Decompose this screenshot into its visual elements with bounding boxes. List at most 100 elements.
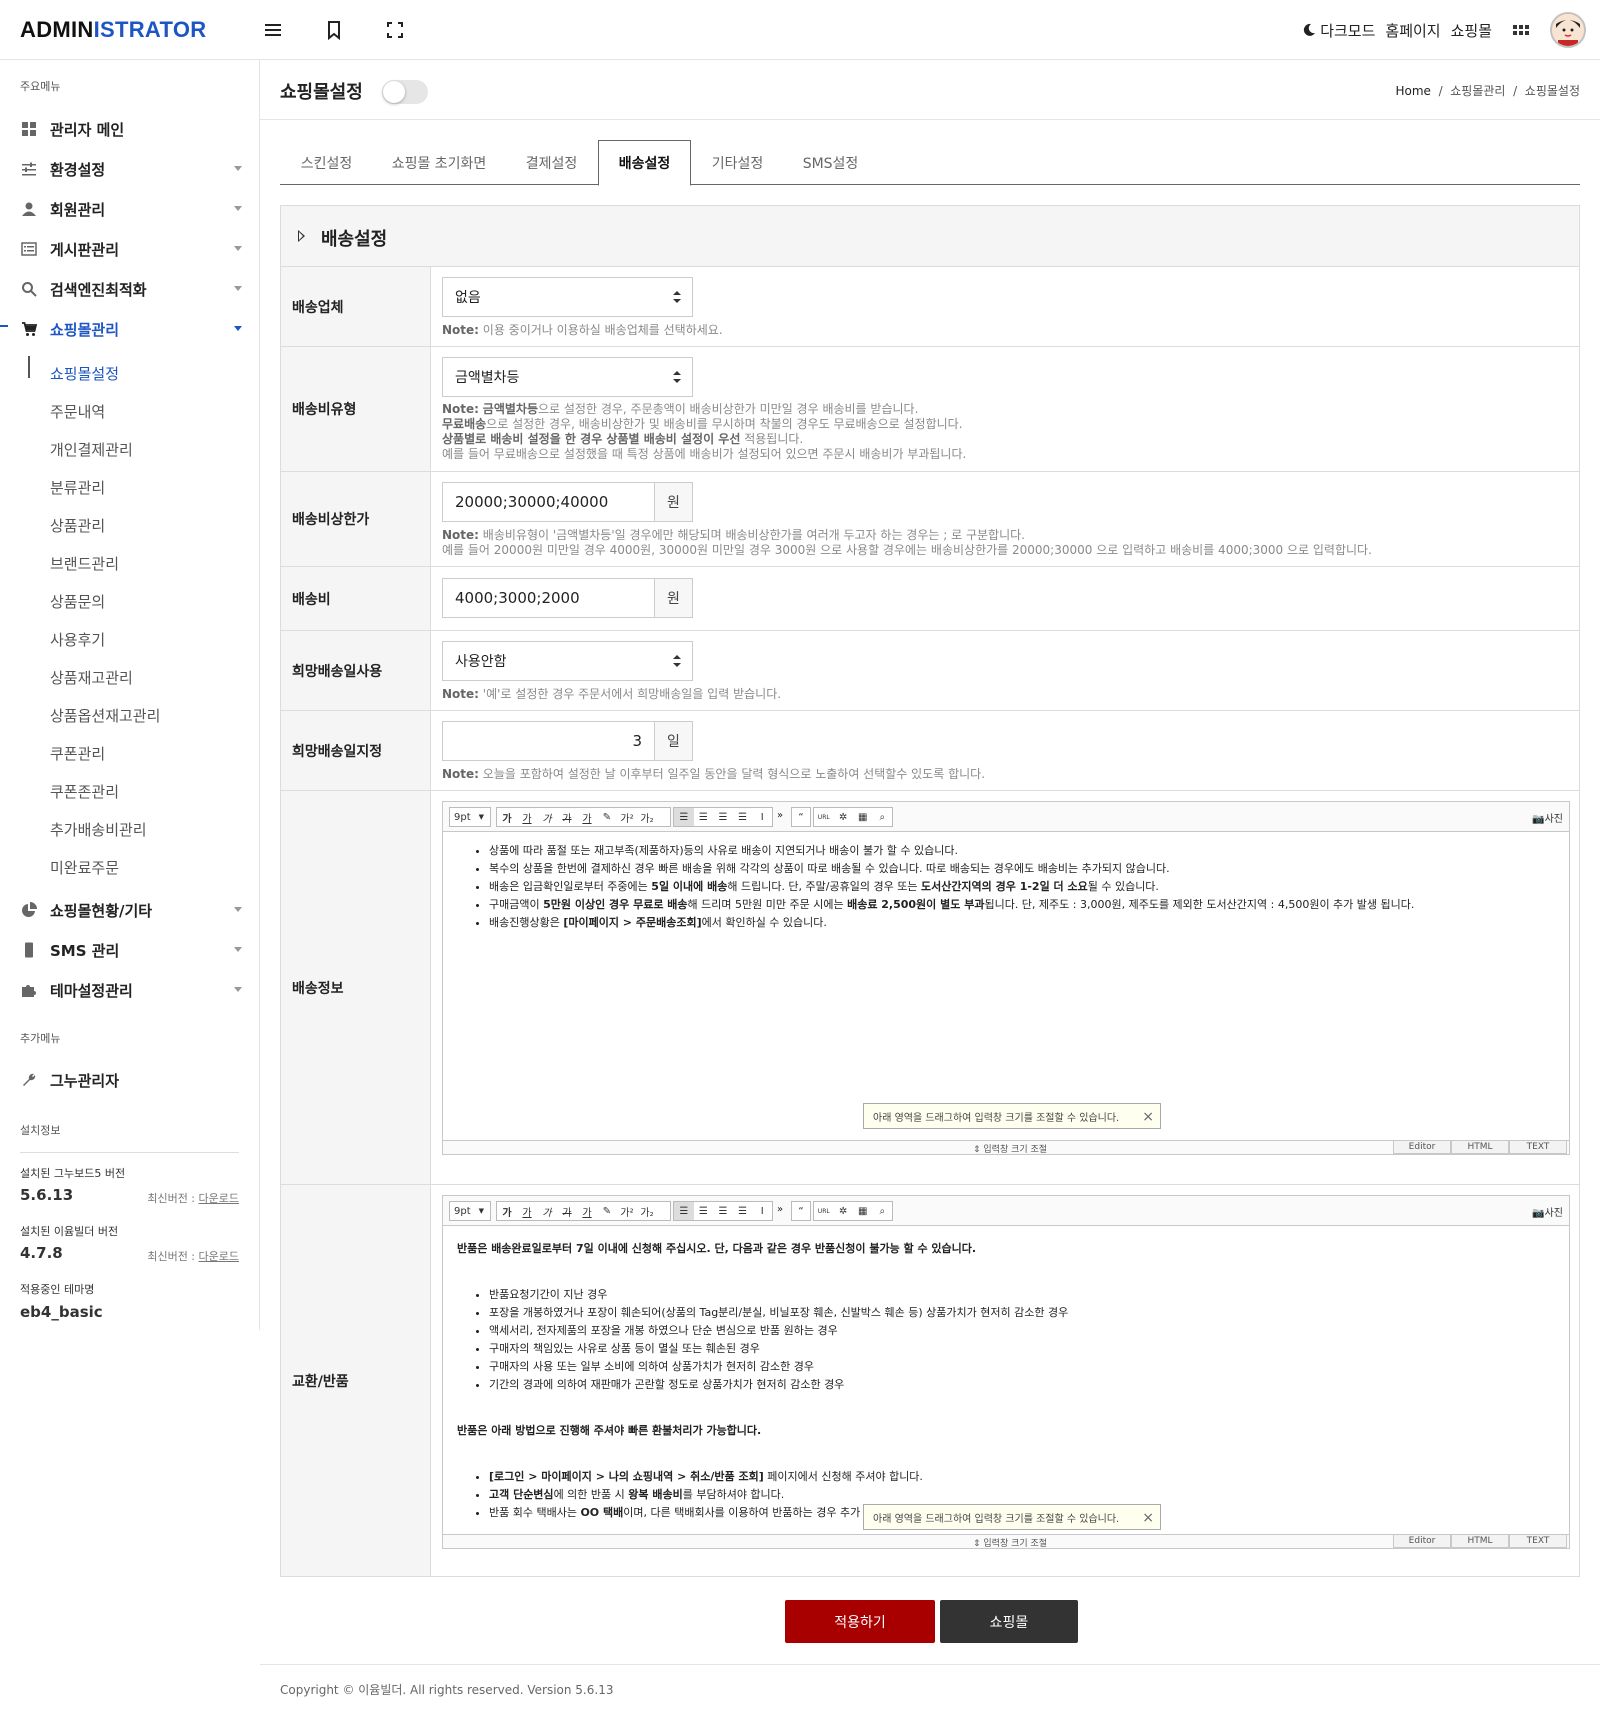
menu-icon[interactable] — [262, 19, 284, 41]
align-justify-icon[interactable]: ☰ — [733, 808, 753, 826]
fee-limit-input[interactable]: 20000;30000;40000 원 — [442, 482, 693, 522]
superscript-button[interactable]: 가² — [617, 1202, 637, 1220]
special-char-icon[interactable]: ✲ — [834, 808, 854, 826]
find-icon[interactable]: ⌕ — [873, 808, 893, 826]
table-icon[interactable]: ▦ — [853, 808, 873, 826]
mode-editor-button[interactable]: Editor — [1393, 1140, 1451, 1154]
tab-etc[interactable]: 기타설정 — [691, 140, 784, 186]
superscript-button[interactable]: 가² — [617, 808, 637, 826]
submenu-item-incomplete-orders[interactable]: 미완료주문 — [50, 857, 119, 878]
align-left-icon[interactable]: ☰ — [674, 808, 694, 826]
quote-icon[interactable]: “ — [791, 1201, 811, 1221]
sidebar-item-gnu-admin[interactable]: 그누관리자 — [20, 1068, 242, 1092]
editor-content[interactable]: 반품은 배송완료일로부터 7일 이내에 신청해 주십시오. 단, 다음과 같은 … — [443, 1226, 1569, 1534]
resize-handle[interactable]: ⇕ 입력창 크기 조절 — [973, 1142, 1047, 1155]
avatar[interactable] — [1550, 12, 1586, 48]
bold-button[interactable]: 가 — [497, 1202, 517, 1220]
page-toggle-switch[interactable] — [382, 80, 428, 104]
fee-type-select[interactable]: 금액별차등 — [442, 357, 693, 397]
hope-use-select[interactable]: 사용안함 — [442, 641, 693, 681]
table-icon[interactable]: ▦ — [853, 1202, 873, 1220]
mode-html-button[interactable]: HTML — [1451, 1534, 1509, 1548]
sidebar-item-seo[interactable]: 검색엔진최적화 — [20, 277, 242, 301]
align-center-icon[interactable]: ☰ — [694, 808, 714, 826]
align-left-icon[interactable]: ☰ — [674, 1202, 694, 1220]
mode-text-button[interactable]: TEXT — [1509, 1140, 1567, 1154]
line-height-icon[interactable]: I — [752, 808, 772, 826]
darkmode-toggle[interactable]: 다크모드 — [1320, 20, 1375, 41]
more-icon[interactable]: » — [777, 810, 783, 821]
sidebar-item-boards[interactable]: 게시판관리 — [20, 237, 242, 261]
submenu-item-option-stock[interactable]: 상품옵션재고관리 — [50, 705, 160, 726]
more-icon[interactable]: » — [777, 1204, 783, 1215]
align-center-icon[interactable]: ☰ — [694, 1202, 714, 1220]
bookmark-icon[interactable] — [323, 19, 345, 41]
underline-button[interactable]: 가 — [517, 808, 537, 826]
font-size-select[interactable]: 9pt ▼ — [449, 1201, 491, 1221]
breadcrumb-shop-management[interactable]: 쇼핑몰관리 — [1450, 84, 1505, 98]
admin-logo[interactable]: ADMINISTRATOR — [20, 17, 206, 43]
photo-button[interactable]: 📷사진 — [1532, 1204, 1563, 1219]
sidebar-item-members[interactable]: 회원관리 — [20, 197, 242, 221]
sidebar-item-settings[interactable]: 환경설정 — [20, 157, 242, 181]
find-icon[interactable]: ⌕ — [873, 1202, 893, 1220]
align-right-icon[interactable]: ☰ — [713, 1202, 733, 1220]
tab-payment[interactable]: 결제설정 — [505, 140, 598, 186]
sidebar-item-shop-management[interactable]: 쇼핑몰관리 — [20, 317, 242, 341]
font-color-button[interactable]: 가 — [577, 808, 597, 826]
tab-shop-home[interactable]: 쇼핑몰 초기화면 — [373, 140, 505, 186]
font-color-button[interactable]: 가 — [577, 1202, 597, 1220]
submenu-item-products[interactable]: 상품관리 — [50, 515, 105, 536]
italic-button[interactable]: 가 — [537, 1202, 557, 1220]
sidebar-item-admin-main[interactable]: 관리자 메인 — [20, 117, 242, 141]
submenu-item-coupon-zone[interactable]: 쿠폰존관리 — [50, 781, 119, 802]
shop-link[interactable]: 쇼핑몰 — [1451, 20, 1492, 41]
eyoom-download-link[interactable]: 다운로드 — [199, 1250, 239, 1263]
highlight-icon[interactable]: ✎ — [597, 1202, 617, 1220]
fullscreen-icon[interactable] — [384, 19, 406, 41]
mode-editor-button[interactable]: Editor — [1393, 1534, 1451, 1548]
tab-shipping[interactable]: 배송설정 — [598, 140, 691, 186]
strike-button[interactable]: 가 — [557, 808, 577, 826]
submenu-item-product-qna[interactable]: 상품문의 — [50, 591, 105, 612]
shop-button[interactable]: 쇼핑몰 — [940, 1600, 1078, 1643]
underline-button[interactable]: 가 — [517, 1202, 537, 1220]
submenu-item-reviews[interactable]: 사용후기 — [50, 629, 105, 650]
submenu-item-stock[interactable]: 상품재고관리 — [50, 667, 133, 688]
link-icon[interactable]: URL — [814, 808, 834, 826]
gnuboard-download-link[interactable]: 다운로드 — [199, 1192, 239, 1205]
submenu-item-categories[interactable]: 분류관리 — [50, 477, 105, 498]
highlight-icon[interactable]: ✎ — [597, 808, 617, 826]
submenu-item-shop-settings[interactable]: 쇼핑몰설정 — [50, 363, 119, 384]
fee-input[interactable]: 4000;3000;2000 원 — [442, 578, 693, 618]
link-icon[interactable]: URL — [814, 1202, 834, 1220]
submenu-item-coupons[interactable]: 쿠폰관리 — [50, 743, 105, 764]
submenu-item-orders[interactable]: 주문내역 — [50, 401, 105, 422]
close-icon[interactable]: × — [1142, 1510, 1154, 1526]
editor-content[interactable]: 상품에 따라 품절 또는 재고부족(제품하자)등의 사유로 배송이 지연되거나 … — [443, 832, 1569, 1140]
line-height-icon[interactable]: I — [752, 1202, 772, 1220]
homepage-link[interactable]: 홈페이지 — [1385, 20, 1440, 41]
submenu-item-extra-shipping[interactable]: 추가배송비관리 — [50, 819, 147, 840]
shipping-company-select[interactable]: 없음 — [442, 277, 693, 317]
submenu-item-personal-pay[interactable]: 개인결제관리 — [50, 439, 133, 460]
italic-button[interactable]: 가 — [537, 808, 557, 826]
breadcrumb-home[interactable]: Home — [1396, 84, 1431, 98]
submenu-item-brands[interactable]: 브랜드관리 — [50, 553, 119, 574]
subscript-button[interactable]: 가₂ — [637, 1202, 657, 1220]
hope-days-input[interactable]: 3일 — [442, 721, 693, 761]
subscript-button[interactable]: 가₂ — [637, 808, 657, 826]
strike-button[interactable]: 가 — [557, 1202, 577, 1220]
mode-text-button[interactable]: TEXT — [1509, 1534, 1567, 1548]
sidebar-item-sms[interactable]: SMS 관리 — [20, 938, 242, 962]
close-icon[interactable]: × — [1142, 1109, 1154, 1125]
font-size-select[interactable]: 9pt ▼ — [449, 807, 491, 827]
special-char-icon[interactable]: ✲ — [834, 1202, 854, 1220]
align-justify-icon[interactable]: ☰ — [733, 1202, 753, 1220]
mode-html-button[interactable]: HTML — [1451, 1140, 1509, 1154]
tab-skin[interactable]: 스킨설정 — [280, 140, 373, 186]
apply-button[interactable]: 적용하기 — [785, 1600, 935, 1643]
apps-grid-icon[interactable] — [1512, 21, 1530, 39]
tab-sms[interactable]: SMS설정 — [784, 140, 877, 186]
sidebar-item-shop-stats[interactable]: 쇼핑몰현황/기타 — [20, 898, 242, 922]
